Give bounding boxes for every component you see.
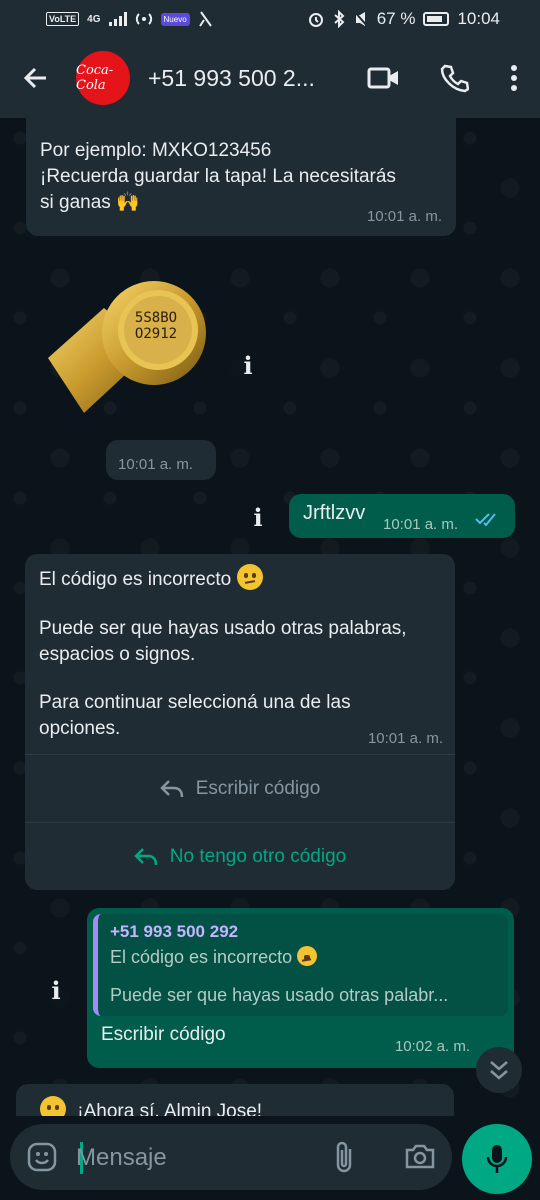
reply-icon xyxy=(159,779,183,797)
info-icon[interactable]: i xyxy=(230,347,266,383)
attach-icon[interactable] xyxy=(332,1140,358,1179)
message-bubble-outgoing[interactable]: +51 993 500 292 El código es incorrecto … xyxy=(87,908,514,1068)
quote-text: El código es incorrecto xyxy=(110,944,496,970)
scroll-to-bottom-button[interactable] xyxy=(476,1047,522,1093)
info-icon[interactable]: i xyxy=(38,972,74,1008)
message-text: Por ejemplo: MXKO123456 xyxy=(40,140,272,161)
message-text: ¡Ahora sí, Almin Jose! xyxy=(77,1101,263,1116)
video-call-icon[interactable] xyxy=(362,56,406,100)
battery-icon xyxy=(423,12,450,26)
status-bar: VoLTE 4G Nuevo 67 % 10:04 xyxy=(0,0,540,38)
signal-icon xyxy=(108,12,127,26)
quote-author: +51 993 500 292 xyxy=(110,922,239,941)
sticker-time: 10:01 a. m. xyxy=(106,440,216,480)
message-text: Jrftlzvv xyxy=(303,502,366,524)
mic-button[interactable] xyxy=(462,1124,532,1194)
message-text: Puede ser que hayas usado otras palabras… xyxy=(39,618,407,639)
quoted-message[interactable]: +51 993 500 292 El código es incorrecto … xyxy=(93,914,508,1016)
message-input[interactable]: Mensaje xyxy=(76,1144,167,1172)
avatar[interactable]: Coca-Cola xyxy=(76,51,130,105)
reply-icon xyxy=(134,847,158,865)
message-bubble-incoming[interactable]: Por ejemplo: MXKO123456 ¡Recuerda guarda… xyxy=(26,118,456,236)
notification-icon xyxy=(198,11,212,27)
message-time: 10:02 a. m. xyxy=(394,1038,470,1055)
message-text: Para continuar seleccioná una de las xyxy=(39,692,351,713)
cap-code: 5S8BO O2912 xyxy=(134,310,178,342)
chat-header: Coca-Cola +51 993 500 2... xyxy=(0,38,540,118)
volte-badge: VoLTE xyxy=(46,12,80,26)
back-arrow-icon[interactable] xyxy=(8,38,64,118)
battery-percent: 67 % xyxy=(376,9,416,28)
message-composer: Mensaje xyxy=(0,1116,540,1200)
chat-area[interactable]: Por ejemplo: MXKO123456 ¡Recuerda guarda… xyxy=(0,118,540,1116)
phone-call-icon[interactable] xyxy=(432,56,476,100)
alarm-icon xyxy=(308,13,323,27)
read-receipt-icon xyxy=(475,513,496,526)
message-time: 10:01 a. m. xyxy=(367,730,443,747)
sticker-bottle-cap[interactable]: 5S8BO O2912 xyxy=(44,278,214,418)
message-time: 10:01 a. m. xyxy=(366,208,442,225)
microphone-icon xyxy=(486,1145,508,1173)
bluetooth-icon xyxy=(334,10,345,28)
confused-face-icon xyxy=(297,946,318,966)
app-notification-icon: Nuevo xyxy=(160,12,190,26)
option-button-write-code[interactable]: Escribir código xyxy=(25,754,455,822)
clock: 10:04 xyxy=(457,9,500,28)
option-button-no-code[interactable]: No tengo otro código xyxy=(25,822,455,890)
info-icon[interactable]: i xyxy=(240,499,276,535)
camera-icon[interactable] xyxy=(404,1142,436,1175)
message-text: El código es incorrecto xyxy=(39,564,441,594)
emoji-icon[interactable] xyxy=(26,1141,58,1178)
hotspot-icon xyxy=(135,13,152,25)
message-bubble-incoming[interactable]: El código es incorrecto Puede ser que ha… xyxy=(25,554,455,890)
double-chevron-down-icon xyxy=(490,1061,508,1080)
network-type: 4G xyxy=(87,13,101,25)
mute-icon xyxy=(352,10,369,28)
smiling-face-icon xyxy=(40,1096,66,1116)
message-text: ¡Recuerda guardar la tapa! La necesitará… xyxy=(40,166,396,187)
confused-face-icon xyxy=(236,564,263,590)
message-bubble-outgoing[interactable]: Jrftlzvv 10:01 a. m. xyxy=(289,494,515,538)
message-bubble-incoming[interactable]: ¡Ahora sí, Almin Jose! xyxy=(16,1084,454,1116)
more-options-icon[interactable] xyxy=(502,56,526,100)
message-text: espacios o signos. xyxy=(39,644,196,665)
quote-text: Puede ser que hayas usado otras palabr..… xyxy=(110,985,449,1005)
contact-name[interactable]: +51 993 500 2... xyxy=(148,65,328,92)
message-input-container[interactable]: Mensaje xyxy=(10,1124,452,1190)
message-time: 10:01 a. m. xyxy=(383,516,459,533)
avatar-logo-text: Coca-Cola xyxy=(76,63,114,93)
